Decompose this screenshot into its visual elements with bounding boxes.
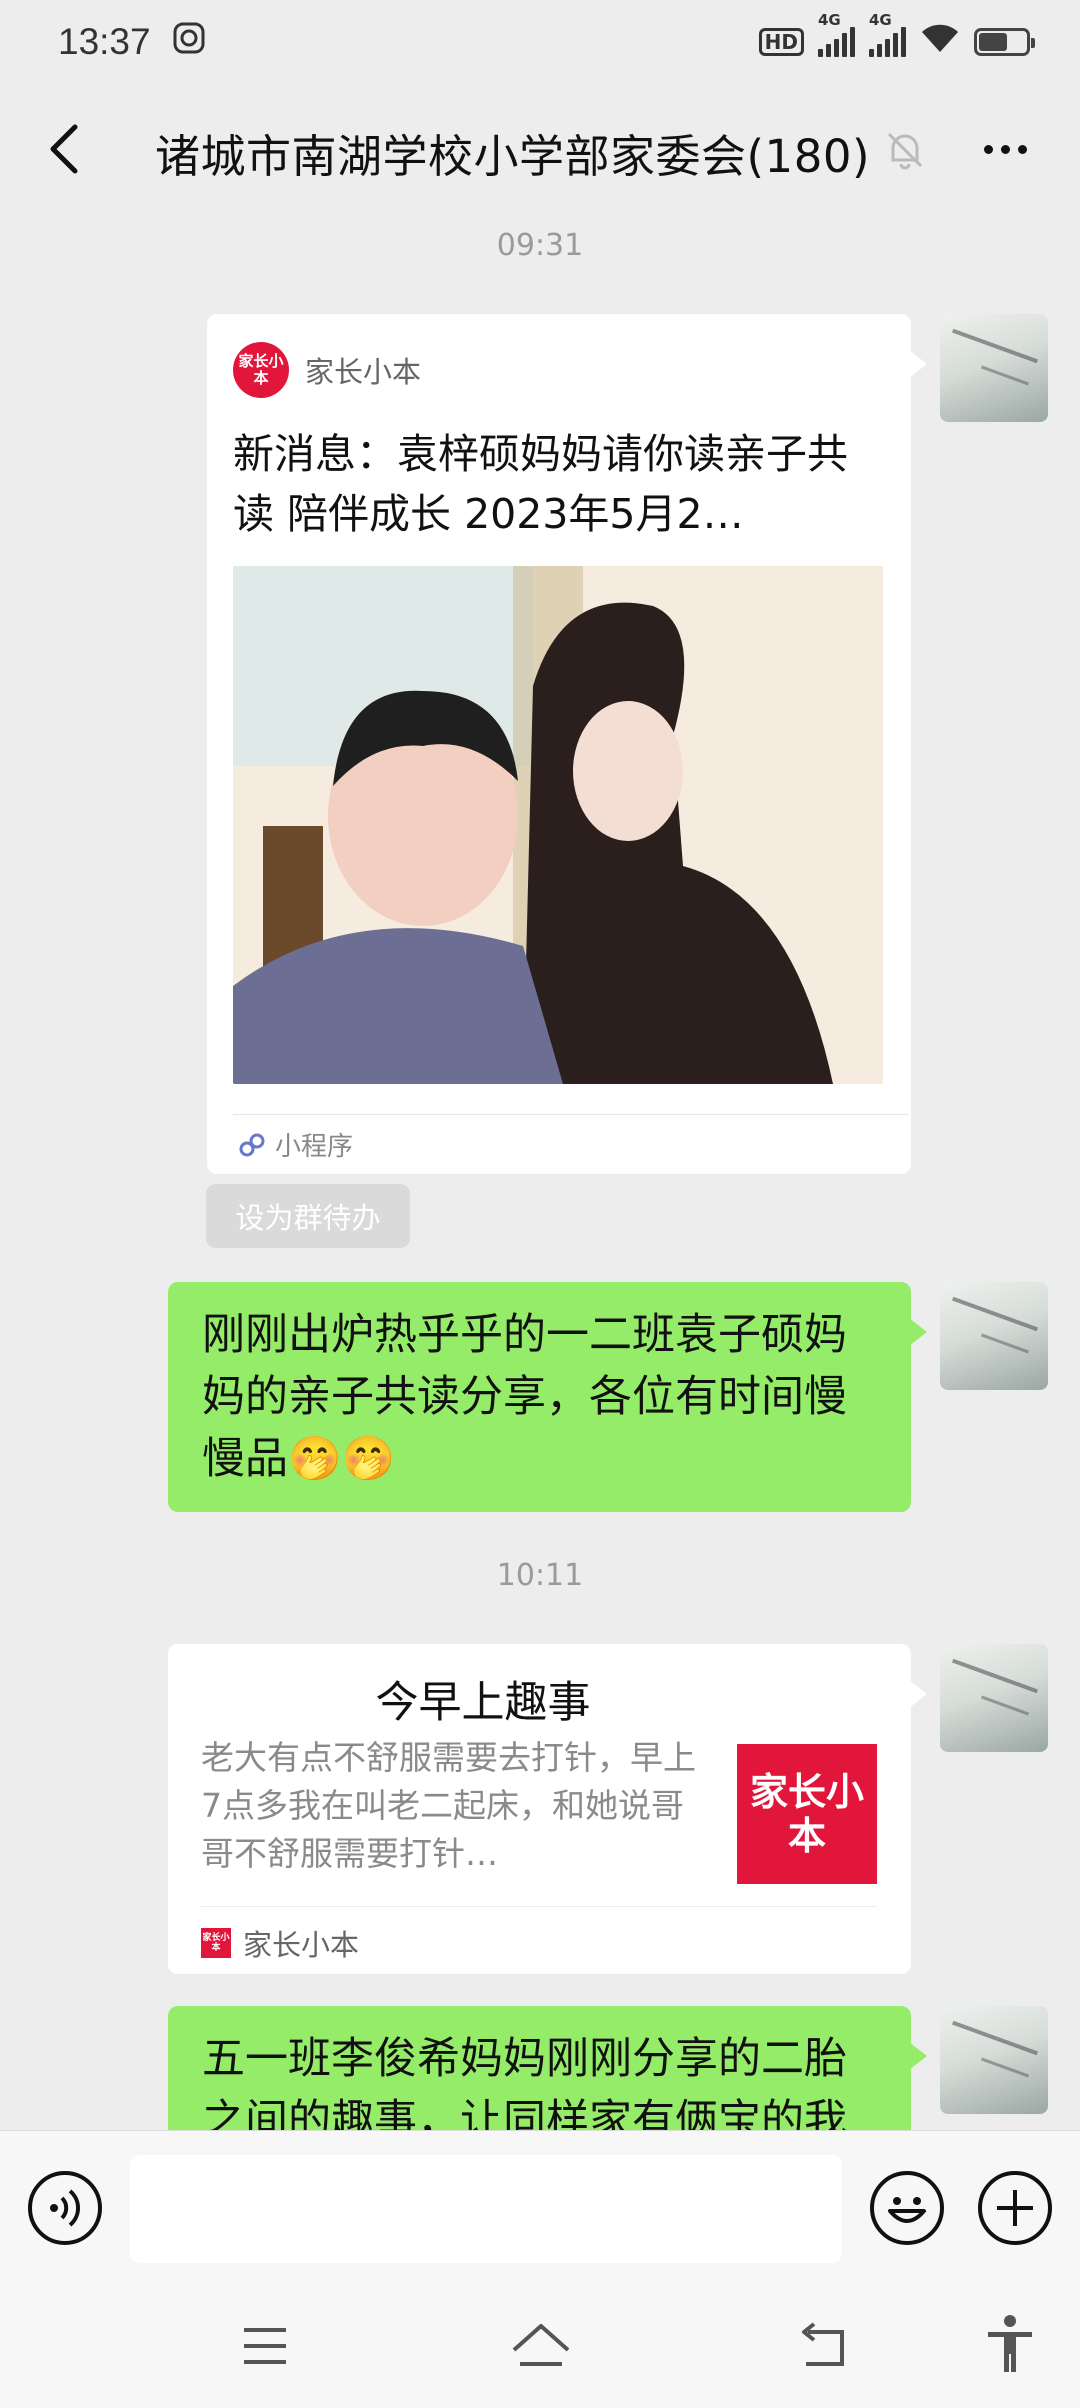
mini-program-footer-label: 小程序 — [275, 1132, 354, 1162]
menu-nav-button[interactable] — [240, 2324, 290, 2372]
avatar[interactable] — [940, 2006, 1048, 2114]
battery-icon — [974, 28, 1035, 56]
plus-button[interactable] — [978, 2171, 1052, 2245]
accessibility-icon — [988, 2315, 1032, 2372]
voice-icon — [50, 2189, 81, 2227]
system-nav-bar — [0, 2286, 1080, 2408]
mini-program-cover-image — [233, 566, 883, 1084]
article-footer: 家长小本 家长小本 — [201, 1922, 359, 1964]
emoji-button[interactable] — [870, 2171, 944, 2245]
card-divider — [201, 1906, 877, 1907]
network-label-1: 4G — [818, 11, 841, 29]
network-label-2: 4G — [869, 11, 892, 29]
more-dot — [1017, 144, 1027, 154]
card-divider — [233, 1114, 909, 1115]
voice-button[interactable] — [28, 2171, 102, 2245]
menu-icon — [244, 2328, 286, 2364]
set-group-todo-button[interactable]: 设为群待办 — [206, 1184, 410, 1248]
input-bar — [0, 2130, 1080, 2286]
emoji-icon — [888, 2197, 926, 2223]
article-description: 老大有点不舒服需要去打针，早上7点多我在叫老二起床，和她说哥哥不舒服需要打针… — [201, 1738, 696, 1873]
chat-messages[interactable]: 09:31 家长小本 家长小本 新消息：袁梓硕妈妈请你读亲子共读 陪伴成长 20… — [0, 214, 1080, 2130]
home-icon — [512, 2324, 570, 2366]
home-nav-button[interactable] — [510, 2320, 572, 2374]
chat-header: 诸城市南湖学校小学部家委会(180) — [0, 84, 1080, 214]
article-source: 家长小本 — [243, 1928, 360, 1962]
article-source-logo: 家长小本 — [201, 1928, 231, 1958]
bell-off-icon — [883, 128, 927, 172]
mini-program-title: 新消息：袁梓硕妈妈请你读亲子共读 陪伴成长 2023年5月2… — [233, 430, 848, 538]
signal-icon-2: 4G — [869, 11, 906, 57]
message-input[interactable] — [130, 2155, 842, 2263]
wifi-icon — [920, 22, 960, 63]
mini-program-icon — [239, 1133, 265, 1156]
back-button[interactable] — [30, 114, 100, 184]
accessibility-nav-button[interactable] — [984, 2314, 1036, 2378]
message-timestamp: 10:11 — [496, 1558, 584, 1593]
more-button[interactable] — [970, 119, 1040, 179]
article-card[interactable]: 今早上趣事 老大有点不舒服需要去打针，早上7点多我在叫老二起床，和她说哥哥不舒服… — [168, 1644, 927, 1974]
back-nav-button[interactable] — [798, 2322, 852, 2374]
more-dot — [983, 144, 993, 154]
mini-program-card[interactable]: 家长小本 家长小本 新消息：袁梓硕妈妈请你读亲子共读 陪伴成长 2023年5月2… — [207, 314, 927, 1174]
battery-fill — [979, 33, 1007, 51]
mini-program-logo: 家长小本 — [233, 342, 289, 398]
signal-icon-1: 4G — [818, 11, 855, 57]
more-dot — [1000, 144, 1010, 154]
status-bar: 13:37 HD 4G 4G — [0, 0, 1080, 84]
article-title: 今早上趣事 — [375, 1678, 591, 1728]
mini-program-source: 家长小本 — [305, 355, 422, 389]
status-time: 13:37 — [58, 21, 151, 62]
avatar[interactable] — [940, 1282, 1048, 1390]
message-text-bubble[interactable]: 五一班李俊希妈妈刚刚分享的二胎之间的趣事，让同样家有俩宝的我 — [168, 2006, 927, 2130]
chat-title[interactable]: 诸城市南湖学校小学部家委会(180) — [155, 120, 870, 185]
app-notification-icon — [173, 22, 205, 63]
back-nav-icon — [802, 2322, 844, 2366]
avatar[interactable] — [940, 314, 1048, 422]
chevron-left-icon — [50, 124, 78, 174]
message-timestamp: 09:31 — [496, 228, 584, 263]
hd-voice-icon: HD — [758, 28, 804, 56]
message-text-bubble[interactable]: 刚刚出炉热乎乎的一二班袁子硕妈妈的亲子共读分享，各位有时间慢慢品🤭🤭 — [168, 1282, 927, 1512]
mini-program-footer: 小程序 — [237, 1126, 353, 1163]
article-thumbnail: 家长小本 — [737, 1744, 877, 1884]
avatar[interactable] — [940, 1644, 1048, 1752]
plus-icon — [997, 2190, 1033, 2226]
